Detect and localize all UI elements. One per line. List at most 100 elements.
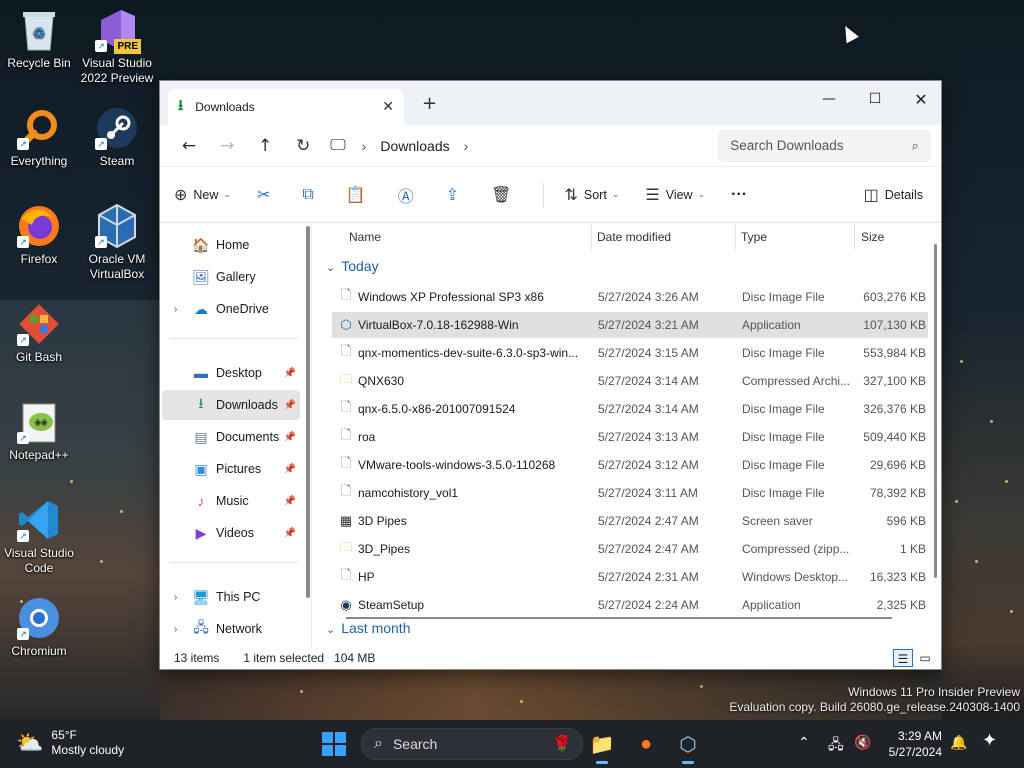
desktop-icon-recycle-bin[interactable]: ♻ Recycle Bin (0, 6, 78, 71)
maximize-button[interactable]: ☐ (852, 85, 898, 113)
copilot-icon[interactable]: ✦ (982, 730, 997, 751)
recycle-bin-icon: ♻ (15, 6, 63, 54)
sidebar-item-desktop[interactable]: ▬ Desktop 📌 (162, 358, 300, 388)
rename-button[interactable]: Ⓐ (398, 183, 420, 207)
share-button[interactable]: ⇪ (446, 185, 465, 205)
sidebar-item-documents[interactable]: ▤ Documents 📌 (162, 422, 300, 452)
file-list-vertical-scrollbar[interactable] (934, 244, 937, 578)
more-options-button[interactable]: ··· (731, 186, 747, 204)
details-view-button[interactable]: ☰ (893, 649, 913, 667)
sidebar-item-music[interactable]: ♪ Music 📌 (162, 486, 300, 516)
desktop-icon-steam[interactable]: ↗ Steam (78, 104, 156, 169)
desktop-theme-icon: 🗋 (340, 567, 352, 582)
desktop-icon-virtualbox[interactable]: ↗ Oracle VM VirtualBox (78, 202, 156, 282)
file-row[interactable]: ⬡ VirtualBox-7.0.18-162988-Win 5/27/2024 3… (332, 312, 928, 338)
volume-muted-icon[interactable]: 🔇 (854, 734, 871, 751)
cut-button[interactable]: ✂ (257, 185, 276, 205)
taskbar-firefox[interactable]: ● (630, 728, 662, 760)
sidebar-item-network[interactable]: › 🖧 Network (162, 614, 300, 644)
file-row[interactable]: 🗋 qnx-6.5.0-x86-201007091524 5/27/2024 3:1… (332, 396, 928, 422)
search-input[interactable]: Search Downloads ⌕ (718, 129, 931, 162)
file-type: Disc Image File (742, 402, 825, 416)
file-row[interactable]: 🗋 Windows XP Professional SP3 x86 5/27/202… (332, 284, 928, 310)
svg-text:♻: ♻ (33, 25, 46, 41)
close-tab-icon[interactable]: ✕ (382, 99, 394, 115)
desktop-icon-git-bash[interactable]: ↗ Git Bash (0, 300, 78, 365)
minimize-button[interactable]: — (806, 85, 852, 113)
paste-button[interactable]: 📋 (346, 185, 372, 205)
show-hidden-icons-button[interactable]: ⌃ (798, 734, 810, 751)
file-size: 553,984 KB (863, 346, 926, 360)
view-button[interactable]: ☰ View ⌄ (645, 185, 705, 205)
desktop-icon-everything[interactable]: ↗ Everything (0, 104, 78, 169)
breadcrumb-downloads[interactable]: Downloads (380, 138, 449, 154)
file-row[interactable]: 🗀 QNX630 5/27/2024 3:14 AM Compressed Archi… (332, 368, 928, 394)
notification-bell-icon[interactable]: 🔔 (950, 734, 967, 751)
file-row[interactable]: 🗋 roa 5/27/2024 3:13 AM Disc Image File 509,… (332, 424, 928, 450)
desktop-icon-chromium[interactable]: ↗ Chromium (0, 594, 78, 659)
disc-image-icon: 🗋 (340, 483, 352, 498)
file-row[interactable]: 🗋 VMware-tools-windows-3.5.0-110268 5/27/2… (332, 452, 928, 478)
column-size[interactable]: Size (861, 230, 884, 244)
file-row[interactable]: ▦ 3D Pipes 5/27/2024 2:47 AM Screen saver 59… (332, 508, 928, 534)
file-size: 107,130 KB (863, 318, 926, 332)
column-type[interactable]: Type (741, 230, 767, 244)
details-pane-button[interactable]: ◫ Details (864, 185, 923, 205)
chevron-right-icon[interactable]: › (174, 624, 177, 635)
taskbar-search[interactable]: ⌕ Search 🌹 (361, 728, 583, 760)
forward-button[interactable]: → (208, 136, 246, 156)
sidebar-item-gallery[interactable]: 🖼 Gallery (162, 262, 300, 292)
file-size: 596 KB (886, 514, 926, 528)
sidebar-item-pictures[interactable]: ▣ Pictures 📌 (162, 454, 300, 484)
download-icon: ⭳ (178, 95, 184, 114)
close-window-button[interactable]: ✕ (898, 85, 944, 113)
back-button[interactable]: ← (170, 136, 208, 156)
start-button[interactable] (322, 732, 346, 756)
file-list-horizontal-scrollbar[interactable] (346, 617, 892, 619)
new-button[interactable]: ⊕ New ⌄ (174, 185, 231, 205)
chevron-right-icon[interactable]: › (174, 592, 177, 603)
column-name[interactable]: Name (349, 230, 381, 244)
sidebar-item-downloads[interactable]: ⭳ Downloads 📌 (162, 390, 300, 420)
refresh-button[interactable]: ↻ (284, 136, 322, 156)
group-header-today[interactable]: ⌄ Today (326, 258, 379, 274)
navigation-pane: 🏠 Home 🖼 Gallery › ☁ OneDrive ▬ Desktop 📌 ⭳ Dow… (160, 224, 312, 647)
zip-folder-icon: 🗀 (339, 539, 353, 554)
sidebar-item-videos[interactable]: ▶ Videos 📌 (162, 518, 300, 548)
column-date-modified[interactable]: Date modified (597, 230, 671, 244)
sidebar-item-onedrive[interactable]: › ☁ OneDrive (162, 294, 300, 324)
copy-button[interactable]: ⧉ (302, 186, 319, 204)
taskbar-file-explorer[interactable]: 📁 (586, 728, 618, 764)
file-row[interactable]: 🗋 namcohistory_vol1 5/27/2024 3:11 AM Disc … (332, 480, 928, 506)
group-header-last-month[interactable]: ⌄ Last month (326, 620, 410, 636)
tab-downloads[interactable]: ⭳ Downloads ✕ (168, 89, 404, 125)
new-tab-button[interactable]: + (422, 93, 437, 114)
up-button[interactable]: ↑ (246, 136, 284, 156)
sort-button[interactable]: ⇅ Sort ⌄ (564, 185, 619, 205)
item-count: 13 items (174, 651, 220, 665)
file-row[interactable]: ◉ SteamSetup 5/27/2024 2:24 AM Application 2… (332, 592, 928, 618)
disc-image-icon: 🗋 (340, 343, 352, 358)
desktop-icon-notepad-plus-plus[interactable]: ++ ↗ Notepad++ (0, 398, 78, 463)
pin-icon: 📌 (283, 367, 296, 379)
desktop-icon-firefox[interactable]: ↗ Firefox (0, 202, 78, 267)
chevron-right-icon[interactable]: › (174, 304, 177, 315)
sidebar-item-home[interactable]: 🏠 Home (162, 230, 300, 260)
desktop-icon-vscode[interactable]: ↗ Visual Studio Code (0, 496, 78, 576)
desktop-icon-visual-studio[interactable]: PRE ↗ Visual Studio 2022 Preview (78, 6, 156, 86)
network-tray-icon[interactable]: 🖧 (828, 734, 844, 758)
file-name: SteamSetup (358, 598, 425, 612)
delete-button[interactable]: 🗑 (491, 185, 517, 205)
file-size: 603,276 KB (863, 290, 926, 304)
weather-widget[interactable]: ⛅ 65°F Mostly cloudy (16, 728, 124, 758)
file-row[interactable]: 🗋 qnx-momentics-dev-suite-6.3.0-sp3-win..… (332, 340, 928, 366)
sidebar-item-this-pc[interactable]: › 🖥 This PC (162, 582, 300, 612)
copy-icon: ⧉ (302, 185, 314, 203)
file-row[interactable]: 🗀 3D_Pipes 5/27/2024 2:47 AM Compressed (zi… (332, 536, 928, 562)
sidebar-scrollbar[interactable] (306, 226, 310, 598)
clock[interactable]: 3:29 AM 5/27/2024 (882, 728, 942, 760)
breadcrumb[interactable]: 🖵 › Downloads › (330, 130, 560, 162)
file-row[interactable]: 🗋 HP 5/27/2024 2:31 AM Windows Desktop... 16… (332, 564, 928, 590)
tiles-view-button[interactable]: ▭ (915, 649, 935, 667)
taskbar-virtualbox[interactable]: ⬡ (672, 728, 704, 764)
